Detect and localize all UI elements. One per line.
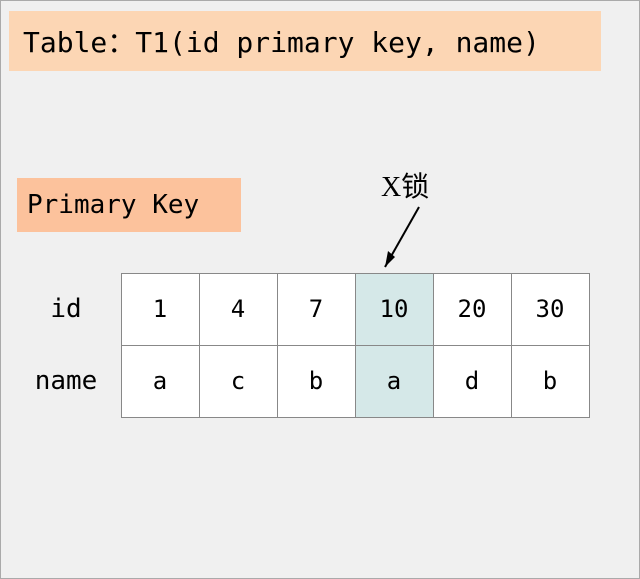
cell-id-1: 4 [199, 273, 278, 346]
cell-name-1: c [199, 345, 278, 418]
cell-name-4: d [433, 345, 512, 418]
cell-name-0: a [121, 345, 200, 418]
cell-name-3-locked: a [355, 345, 434, 418]
row-header-name: name [11, 345, 121, 417]
cell-id-0: 1 [121, 273, 200, 346]
arrow-icon [371, 199, 431, 279]
table-grid: 1 4 7 10 20 30 a c b a d b [121, 273, 589, 417]
cell-id-4: 20 [433, 273, 512, 346]
cell-name-5: b [511, 345, 590, 418]
diagram-canvas: Table：T1(id primary key, name) Primary K… [0, 0, 640, 579]
cell-name-2: b [277, 345, 356, 418]
row-headers: id name [11, 273, 121, 417]
primary-key-label: Primary Key [17, 178, 241, 232]
table-definition-title: Table：T1(id primary key, name) [9, 11, 601, 71]
cell-id-3-locked: 10 [355, 273, 434, 346]
cell-id-5: 30 [511, 273, 590, 346]
data-table: id name 1 4 7 10 20 30 a c b a d b [11, 273, 589, 417]
row-header-id: id [11, 273, 121, 345]
cell-id-2: 7 [277, 273, 356, 346]
